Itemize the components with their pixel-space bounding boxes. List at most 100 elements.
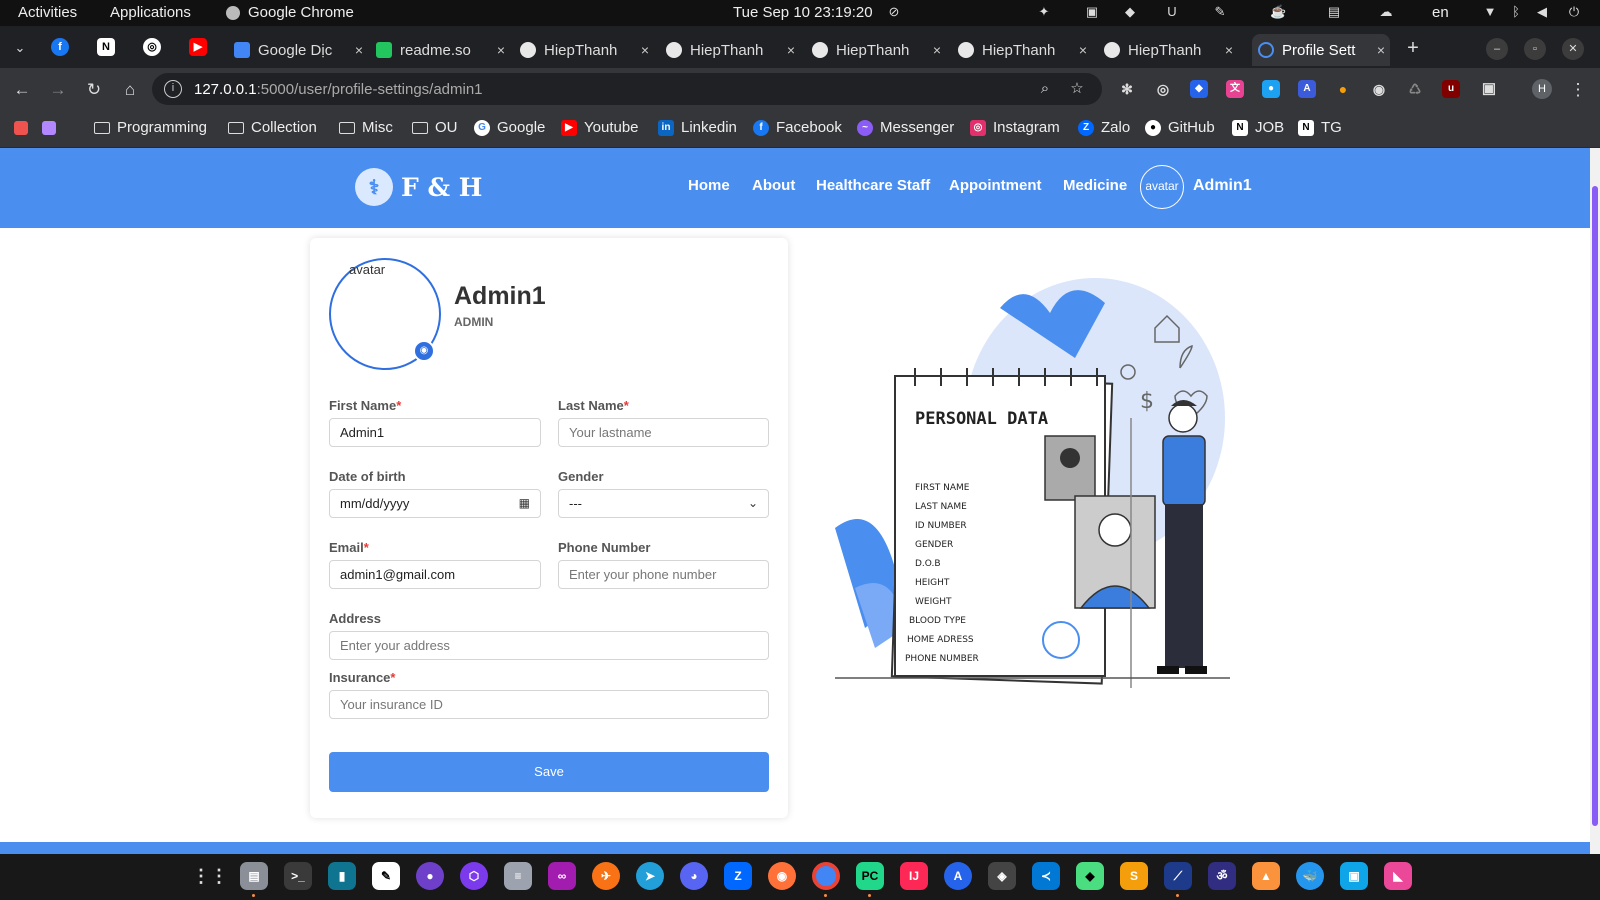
- back-icon[interactable]: ←: [10, 78, 34, 102]
- phone-input[interactable]: Enter your phone number: [558, 560, 769, 589]
- tab-search-button[interactable]: ⌄: [7, 35, 33, 61]
- extension-ublock-icon[interactable]: u: [1442, 80, 1460, 98]
- virtualbox-icon[interactable]: ▣: [1340, 862, 1368, 890]
- pinned-tab-chatgpt-icon[interactable]: ◎: [143, 38, 161, 56]
- tab-close-icon[interactable]: ×: [782, 42, 800, 58]
- maximize-icon[interactable]: ▫: [1524, 38, 1546, 60]
- app-triangle-icon[interactable]: ▲: [1252, 862, 1280, 890]
- tab-github-4[interactable]: HiepThanh ×: [952, 34, 1092, 66]
- tab-google-translate[interactable]: Google Dịc ×: [228, 34, 368, 66]
- nav-medicine[interactable]: Medicine: [1063, 177, 1127, 194]
- bookmark-tg[interactable]: N TG: [1298, 119, 1342, 136]
- page-scrollbar[interactable]: [1590, 148, 1600, 854]
- bookmark-facebook[interactable]: f Facebook: [753, 119, 842, 136]
- nav-username[interactable]: Admin1: [1193, 177, 1252, 195]
- extension-recycle-icon[interactable]: ♺: [1406, 80, 1424, 98]
- wifi-icon[interactable]: ▼: [1482, 4, 1498, 20]
- scrollbar-thumb[interactable]: [1592, 186, 1598, 826]
- bookmark-collection[interactable]: Collection: [228, 119, 317, 136]
- app-purple-icon[interactable]: ⬡: [460, 862, 488, 890]
- tab-close-icon[interactable]: ×: [636, 42, 654, 58]
- extension-target-icon[interactable]: ◎: [1154, 80, 1172, 98]
- clock[interactable]: Tue Sep 10 23:19:20: [733, 4, 873, 21]
- pinned-tab-youtube-icon[interactable]: ▶: [189, 38, 207, 56]
- app-a-icon[interactable]: A: [944, 862, 972, 890]
- color-picker-icon[interactable]: ✎: [1212, 4, 1228, 20]
- app-graph-icon[interactable]: ⟋: [1164, 862, 1192, 890]
- email-field[interactable]: admin1@gmail.com: [329, 560, 541, 589]
- tab-github-1[interactable]: HiepThanh ×: [514, 34, 654, 66]
- tab-close-icon[interactable]: ×: [1372, 42, 1390, 58]
- app-notes-icon[interactable]: ✎: [372, 862, 400, 890]
- applications-menu[interactable]: Applications: [110, 4, 191, 21]
- nav-about[interactable]: About: [752, 177, 795, 194]
- forward-icon[interactable]: →: [46, 78, 70, 102]
- power-icon[interactable]: ⏻: [1566, 4, 1582, 20]
- dob-input[interactable]: mm/dd/yyyy ▦: [329, 489, 541, 518]
- bookmark-job[interactable]: N JOB: [1232, 119, 1284, 136]
- tab-github-3[interactable]: HiepThanh ×: [806, 34, 946, 66]
- extension-gear-icon[interactable]: ✻: [1118, 80, 1136, 98]
- new-tab-button[interactable]: +: [1400, 35, 1426, 61]
- address-input[interactable]: Enter your address: [329, 631, 769, 660]
- tab-close-icon[interactable]: ×: [1220, 42, 1238, 58]
- url-text[interactable]: 127.0.0.1:5000/user/profile-settings/adm…: [194, 81, 483, 98]
- nav-healthcare-staff[interactable]: Healthcare Staff: [816, 177, 930, 194]
- extension-drop-icon[interactable]: ●: [1262, 80, 1280, 98]
- bookmark-youtube[interactable]: ▶ Youtube: [561, 119, 639, 136]
- address-bar[interactable]: i 127.0.0.1:5000/user/profile-settings/a…: [152, 73, 1102, 105]
- camera-icon[interactable]: ◉: [413, 340, 435, 362]
- puzzle-icon[interactable]: ✦: [1036, 4, 1052, 20]
- chrome-icon[interactable]: [812, 862, 840, 890]
- github-desktop-icon[interactable]: ●: [416, 862, 444, 890]
- extension-tray-icon[interactable]: ▣: [1084, 4, 1100, 20]
- bookmark-zalo[interactable]: Z Zalo: [1078, 119, 1130, 136]
- extension-ai-icon[interactable]: A: [1298, 80, 1316, 98]
- bluetooth-icon[interactable]: ᛒ: [1508, 4, 1524, 20]
- vpn-icon[interactable]: U: [1164, 4, 1180, 20]
- firefox-icon[interactable]: ◉: [768, 862, 796, 890]
- tab-close-icon[interactable]: ×: [350, 42, 368, 58]
- postman-icon[interactable]: ✈: [592, 862, 620, 890]
- nav-appointment[interactable]: Appointment: [949, 177, 1041, 194]
- bookmark-google[interactable]: G Google: [474, 119, 545, 136]
- pinned-tab-notion-icon[interactable]: N: [97, 38, 115, 56]
- zalo-icon[interactable]: Z: [724, 862, 752, 890]
- app-cube-icon[interactable]: ◆: [1076, 862, 1104, 890]
- home-icon[interactable]: ⌂: [118, 78, 142, 102]
- save-button[interactable]: Save: [329, 752, 769, 792]
- files-icon[interactable]: ▤: [240, 862, 268, 890]
- notifications-off-icon[interactable]: ⊘: [886, 4, 902, 20]
- app-cyan-icon[interactable]: ▮: [328, 862, 356, 890]
- tab-github-2[interactable]: HiepThanh ×: [660, 34, 800, 66]
- site-info-icon[interactable]: i: [164, 80, 182, 98]
- extension-cookie-icon[interactable]: ●: [1334, 80, 1352, 98]
- activities-button[interactable]: Activities: [18, 4, 77, 21]
- reload-icon[interactable]: ↻: [82, 78, 106, 102]
- tab-profile-settings[interactable]: Profile Sett ×: [1252, 34, 1390, 66]
- tab-readme-so[interactable]: readme.so ×: [370, 34, 510, 66]
- vscode-icon[interactable]: ≺: [1032, 862, 1060, 890]
- extensions-puzzle-icon[interactable]: ▣: [1480, 80, 1498, 98]
- bookmark-instagram[interactable]: ◎ Instagram: [970, 119, 1060, 136]
- calendar-icon[interactable]: ▦: [519, 490, 530, 517]
- bookmark-linkedin[interactable]: in Linkedin: [658, 119, 737, 136]
- minimize-icon[interactable]: –: [1486, 38, 1508, 60]
- browser-menu-icon[interactable]: ⋮: [1566, 78, 1590, 102]
- avatar[interactable]: avatar: [1140, 165, 1184, 209]
- bookmark-app-purple-icon[interactable]: [42, 121, 56, 135]
- database-icon[interactable]: ≡: [504, 862, 532, 890]
- active-app-name[interactable]: Google Chrome: [248, 4, 354, 21]
- cloud-icon[interactable]: ☁: [1378, 4, 1394, 20]
- clipboard-icon[interactable]: ▤: [1326, 4, 1342, 20]
- shield-icon[interactable]: ◆: [1122, 4, 1138, 20]
- tab-close-icon[interactable]: ×: [1074, 42, 1092, 58]
- docker-icon[interactable]: 🐳: [1296, 862, 1324, 890]
- last-name-input[interactable]: Your lastname: [558, 418, 769, 447]
- unity-icon[interactable]: ◈: [988, 862, 1016, 890]
- app-dotnet-icon[interactable]: ॐ: [1208, 862, 1236, 890]
- bookmark-programming[interactable]: Programming: [94, 119, 207, 136]
- first-name-input[interactable]: Admin1: [329, 418, 541, 447]
- bookmark-ou[interactable]: OU: [412, 119, 458, 136]
- tab-close-icon[interactable]: ×: [928, 42, 946, 58]
